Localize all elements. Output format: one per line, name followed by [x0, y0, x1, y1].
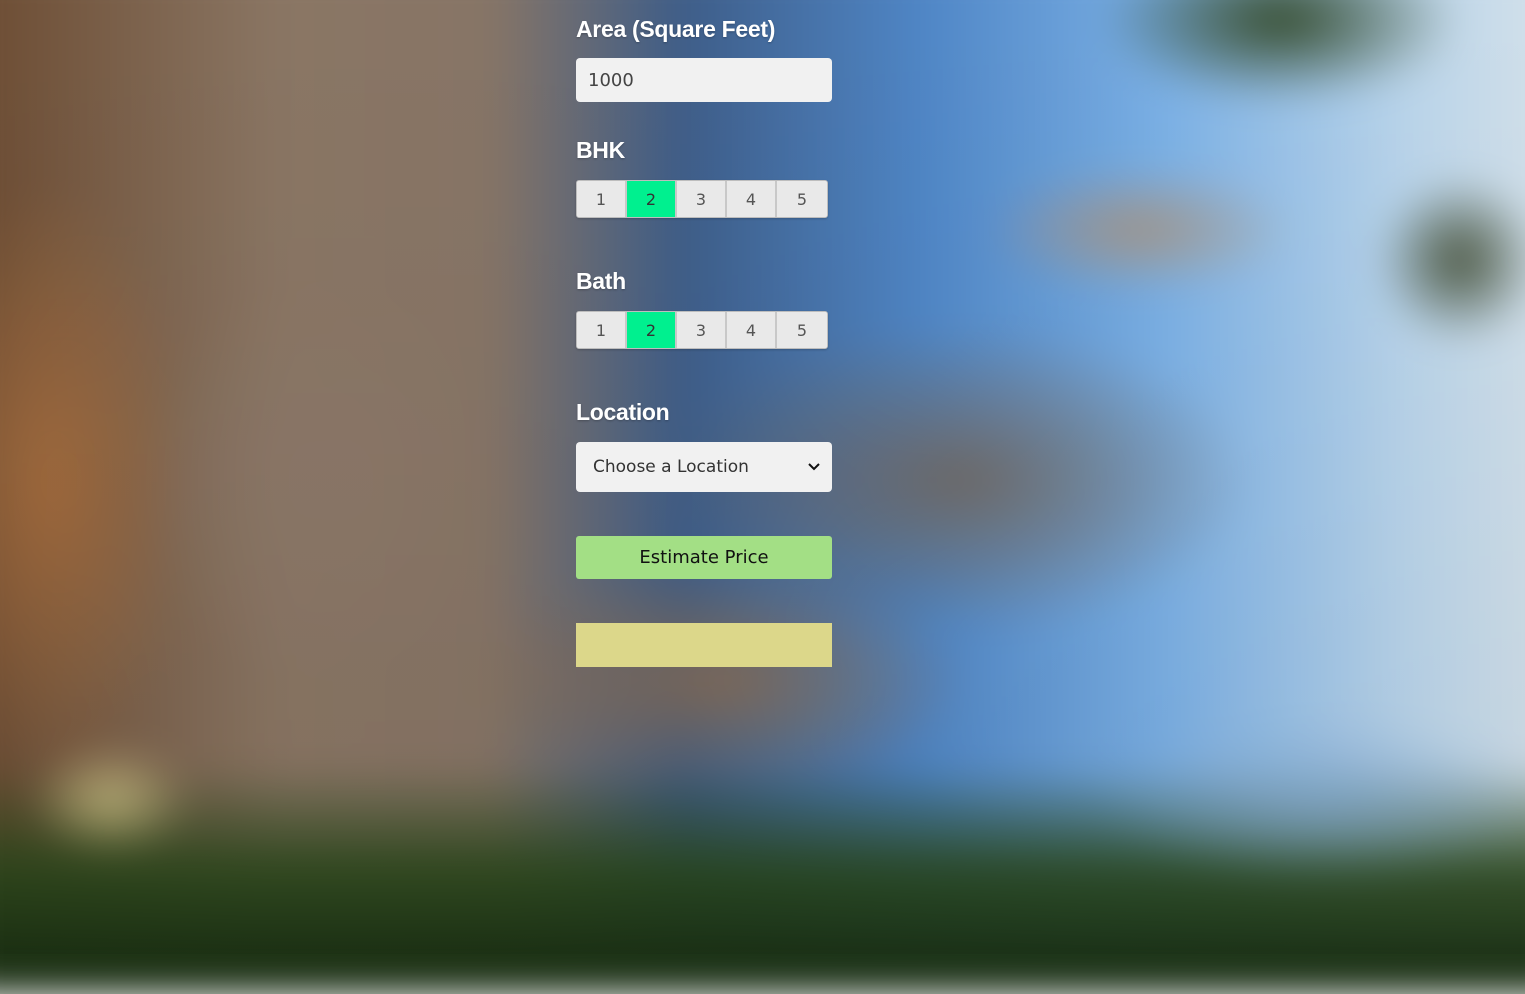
bhk-option-1[interactable]: 1 — [577, 181, 627, 217]
chevron-down-icon — [808, 461, 820, 473]
bath-option-4[interactable]: 4 — [727, 312, 777, 348]
bath-selector: 1 2 3 4 5 — [576, 311, 828, 349]
bhk-option-5[interactable]: 5 — [777, 181, 827, 217]
area-label: Area (Square Feet) — [576, 16, 776, 42]
bath-label: Bath — [576, 268, 626, 294]
bath-option-1[interactable]: 1 — [577, 312, 627, 348]
bhk-option-2[interactable]: 2 — [627, 181, 677, 217]
location-select-value: Choose a Location — [593, 457, 749, 477]
location-label: Location — [576, 399, 670, 425]
location-select[interactable]: Choose a Location — [576, 442, 832, 492]
bhk-label: BHK — [576, 137, 625, 163]
bhk-selector: 1 2 3 4 5 — [576, 180, 828, 218]
bath-option-5[interactable]: 5 — [777, 312, 827, 348]
bath-option-2[interactable]: 2 — [627, 312, 677, 348]
bhk-option-3[interactable]: 3 — [677, 181, 727, 217]
estimated-price-result — [576, 623, 832, 667]
bath-option-3[interactable]: 3 — [677, 312, 727, 348]
area-input[interactable] — [576, 58, 832, 102]
bhk-option-4[interactable]: 4 — [727, 181, 777, 217]
estimate-price-button[interactable]: Estimate Price — [576, 536, 832, 579]
